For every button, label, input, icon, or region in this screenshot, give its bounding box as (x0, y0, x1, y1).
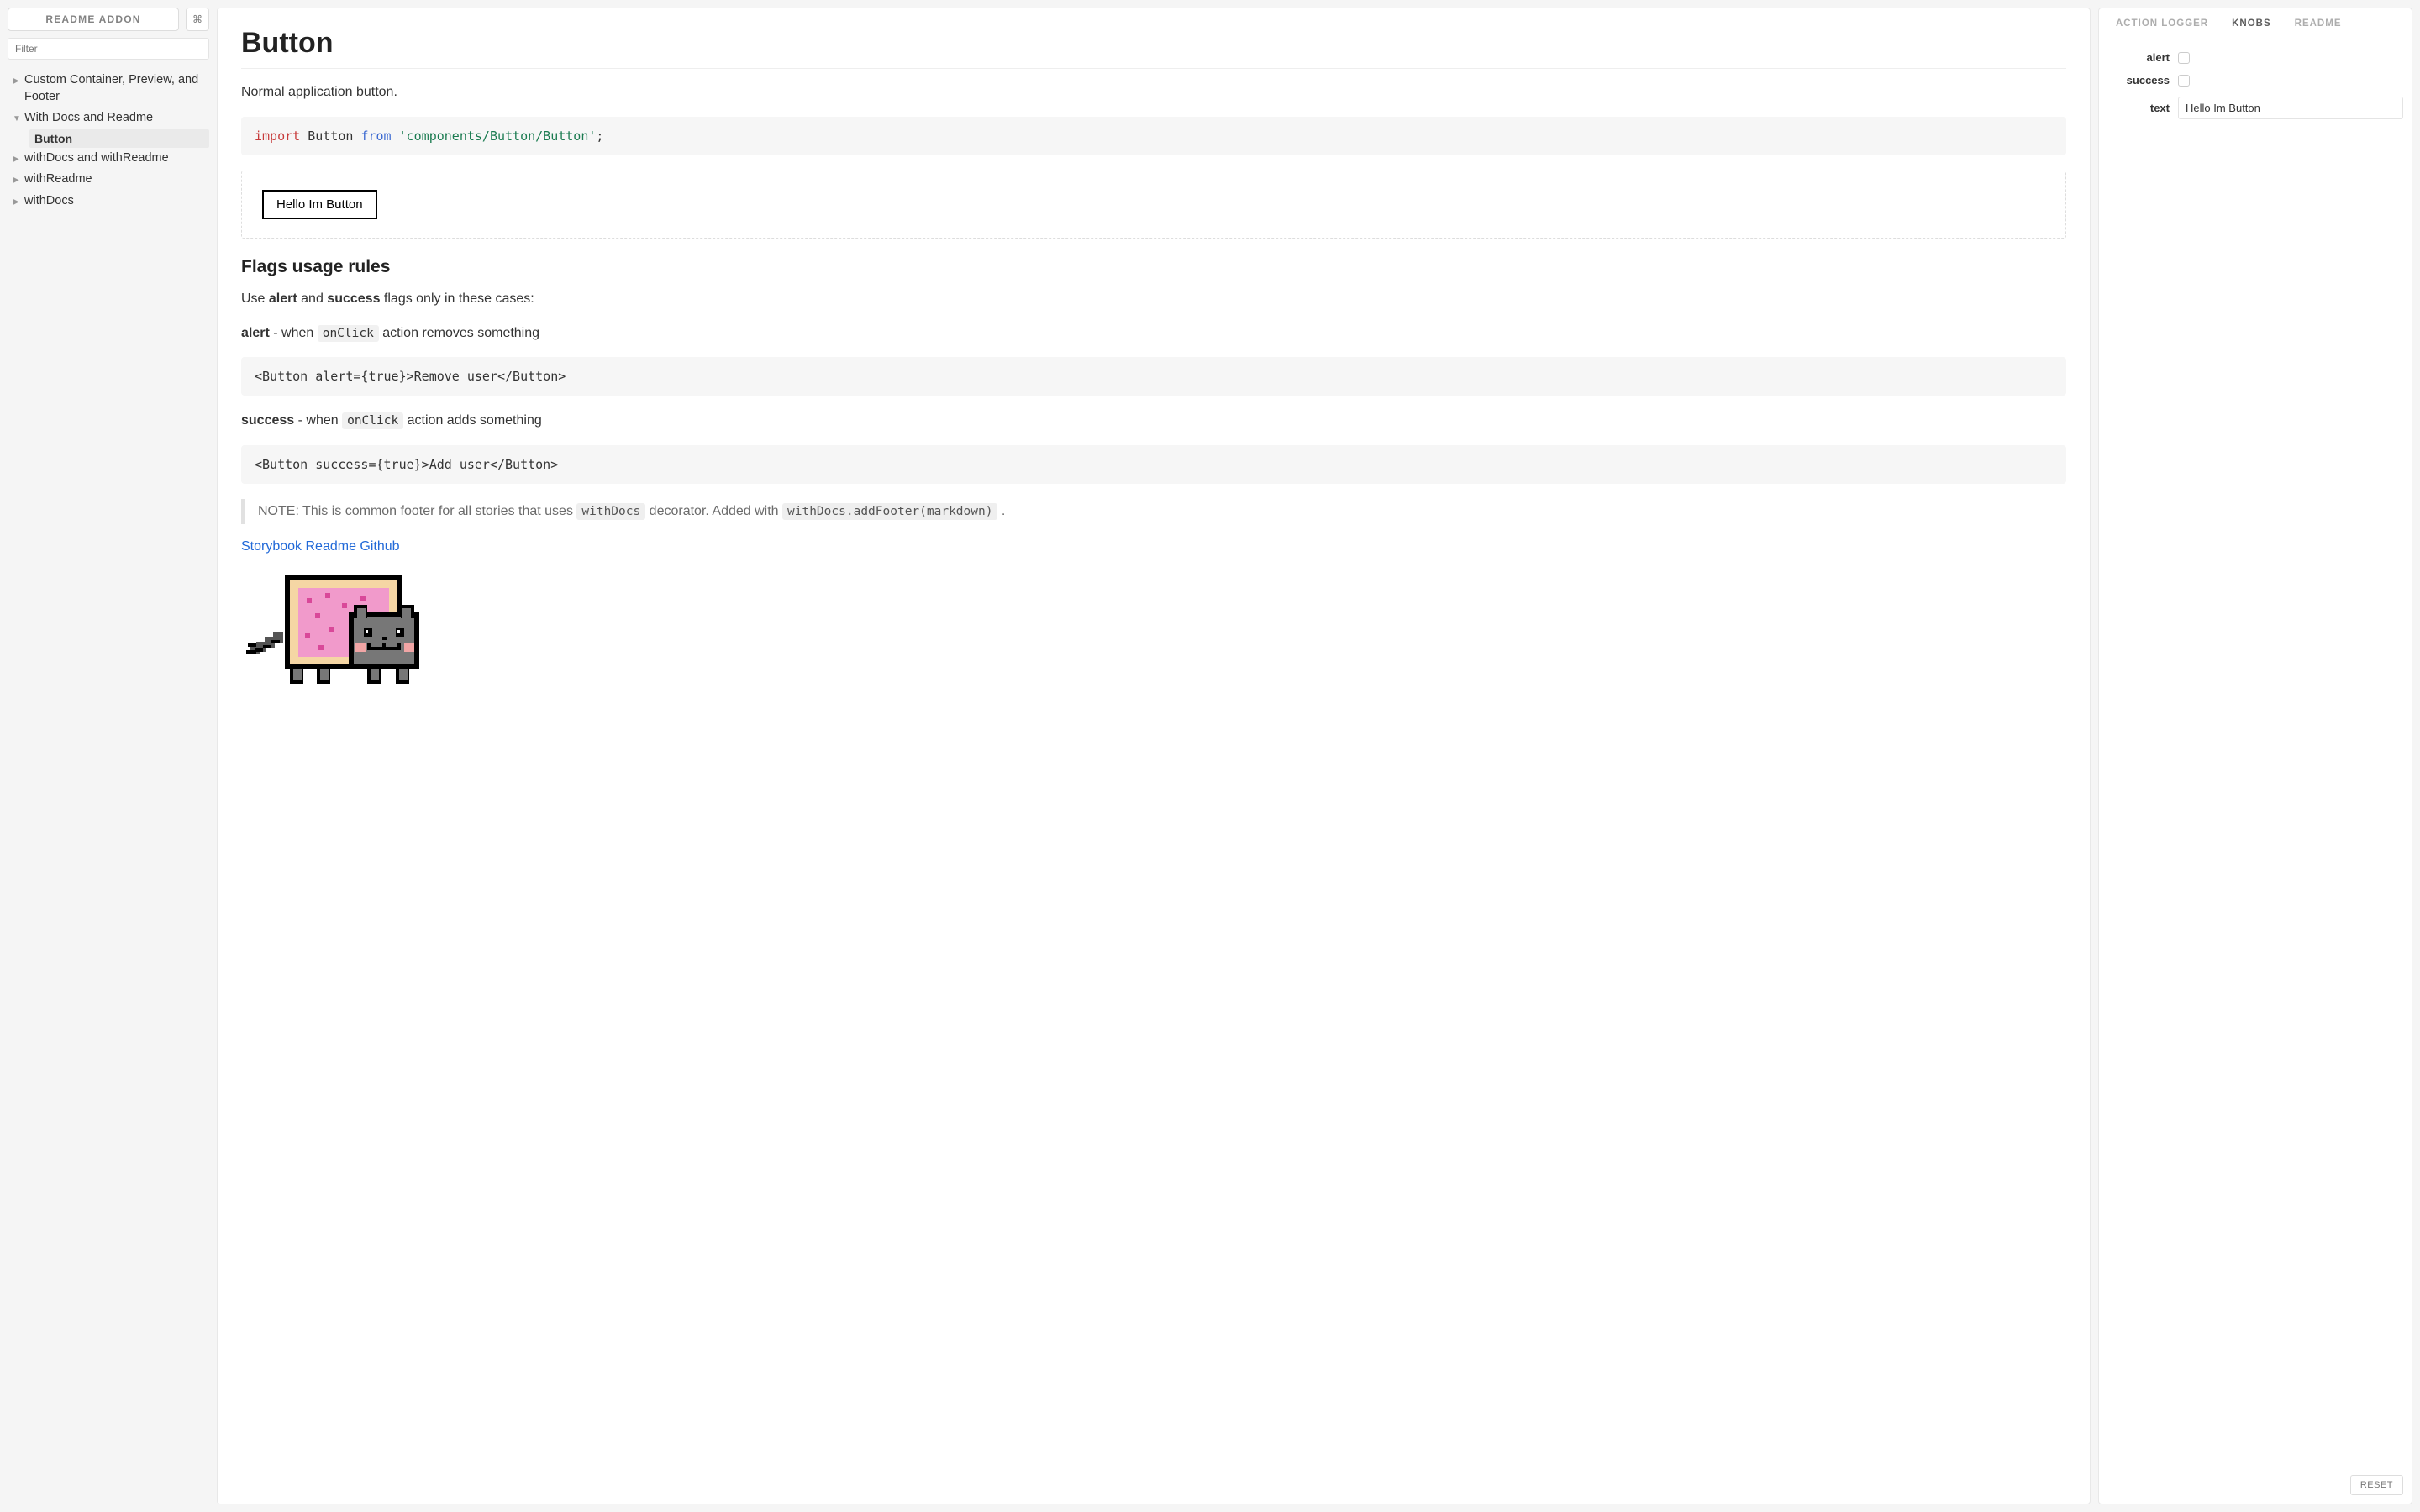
text: - when (270, 326, 318, 340)
text-bold: alert (269, 291, 297, 306)
success-rule: success - when onClick action adds somet… (241, 411, 2066, 432)
tree-story-button[interactable]: Button (29, 129, 209, 148)
flags-heading: Flags usage rules (241, 257, 2066, 277)
text: and (297, 291, 328, 306)
tree-item-custom-container[interactable]: ▶ Custom Container, Preview, and Footer (13, 70, 209, 108)
knob-label-success: success (2107, 74, 2170, 87)
tab-action-logger[interactable]: ACTION LOGGER (2104, 8, 2220, 39)
main-preview: Button Normal application button. import… (217, 8, 2091, 1504)
shortcuts-button[interactable]: ⌘ (186, 8, 209, 31)
addons-tabs: ACTION LOGGER KNOBS README (2099, 8, 2412, 39)
brand-button[interactable]: README ADDON (8, 8, 179, 31)
chevron-right-icon: ▶ (13, 154, 24, 165)
stories-tree: ▶ Custom Container, Preview, and Footer … (13, 70, 209, 212)
filter-input[interactable] (8, 38, 209, 60)
knob-label-alert: alert (2107, 51, 2170, 64)
text-bold: success (327, 291, 380, 306)
chevron-right-icon: ▶ (13, 76, 24, 87)
tree-item-label: withReadme (24, 171, 204, 188)
tree-item-label: With Docs and Readme (24, 110, 204, 127)
text-bold: alert (241, 326, 270, 340)
tree-item-with-docs-and-readme[interactable]: ▼ With Docs and Readme (13, 108, 209, 129)
chevron-right-icon: ▶ (13, 197, 24, 208)
inline-code: withDocs (576, 503, 645, 520)
sidebar: README ADDON ⌘ ▶ Custom Container, Previ… (8, 8, 209, 1504)
code-import: import Button from 'components/Button/Bu… (241, 117, 2066, 155)
alert-rule: alert - when onClick action removes some… (241, 323, 2066, 344)
text: flags only in these cases: (380, 291, 534, 306)
knob-input-text[interactable] (2178, 97, 2403, 119)
code-alert: <Button alert={true}>Remove user</Button… (241, 357, 2066, 396)
code-token: ; (596, 129, 603, 144)
flags-intro: Use alert and success flags only in thes… (241, 289, 2066, 310)
inline-code: onClick (318, 325, 379, 342)
tab-readme[interactable]: README (2283, 8, 2354, 39)
doc-title: Button (241, 27, 2066, 69)
tree-item-withreadme[interactable]: ▶ withReadme (13, 169, 209, 191)
github-link[interactable]: Storybook Readme Github (241, 539, 400, 554)
preview-box: Hello Im Button (241, 171, 2066, 239)
text: decorator. Added with (645, 504, 782, 518)
text: action removes something (379, 326, 539, 340)
text-bold: success (241, 413, 294, 428)
text: Use (241, 291, 269, 306)
code-token: import (255, 129, 300, 144)
nyan-cat-image (241, 568, 451, 702)
code-success: <Button success={true}>Add user</Button> (241, 445, 2066, 484)
text: action adds something (403, 413, 542, 428)
doc-subtitle: Normal application button. (241, 82, 2066, 103)
tree-item-withdocs[interactable]: ▶ withDocs (13, 191, 209, 213)
chevron-down-icon: ▼ (13, 113, 24, 125)
knob-checkbox-success[interactable] (2178, 75, 2190, 87)
code-token: from (360, 129, 391, 144)
footer-note: NOTE: This is common footer for all stor… (241, 499, 2066, 524)
preview-button[interactable]: Hello Im Button (262, 190, 377, 219)
chevron-right-icon: ▶ (13, 175, 24, 186)
knob-label-text: text (2107, 102, 2170, 114)
text: . (997, 504, 1005, 518)
tab-knobs[interactable]: KNOBS (2220, 8, 2283, 39)
text: NOTE: This is common footer for all stor… (258, 504, 576, 518)
knob-checkbox-alert[interactable] (2178, 52, 2190, 64)
code-token: 'components/Button/Button' (399, 129, 597, 144)
tree-item-label: Custom Container, Preview, and Footer (24, 72, 204, 105)
inline-code: withDocs.addFooter(markdown) (782, 503, 997, 520)
text: - when (294, 413, 342, 428)
tree-item-label: withDocs (24, 193, 204, 210)
knobs-form: alert success text (2099, 39, 2412, 138)
tree-item-withdocs-and-withreadme[interactable]: ▶ withDocs and withReadme (13, 148, 209, 170)
tree-item-label: withDocs and withReadme (24, 150, 204, 167)
inline-code: onClick (342, 412, 403, 429)
reset-button[interactable]: RESET (2350, 1475, 2403, 1495)
addons-panel: ACTION LOGGER KNOBS README alert success… (2098, 8, 2412, 1504)
code-token: Button (308, 129, 353, 144)
